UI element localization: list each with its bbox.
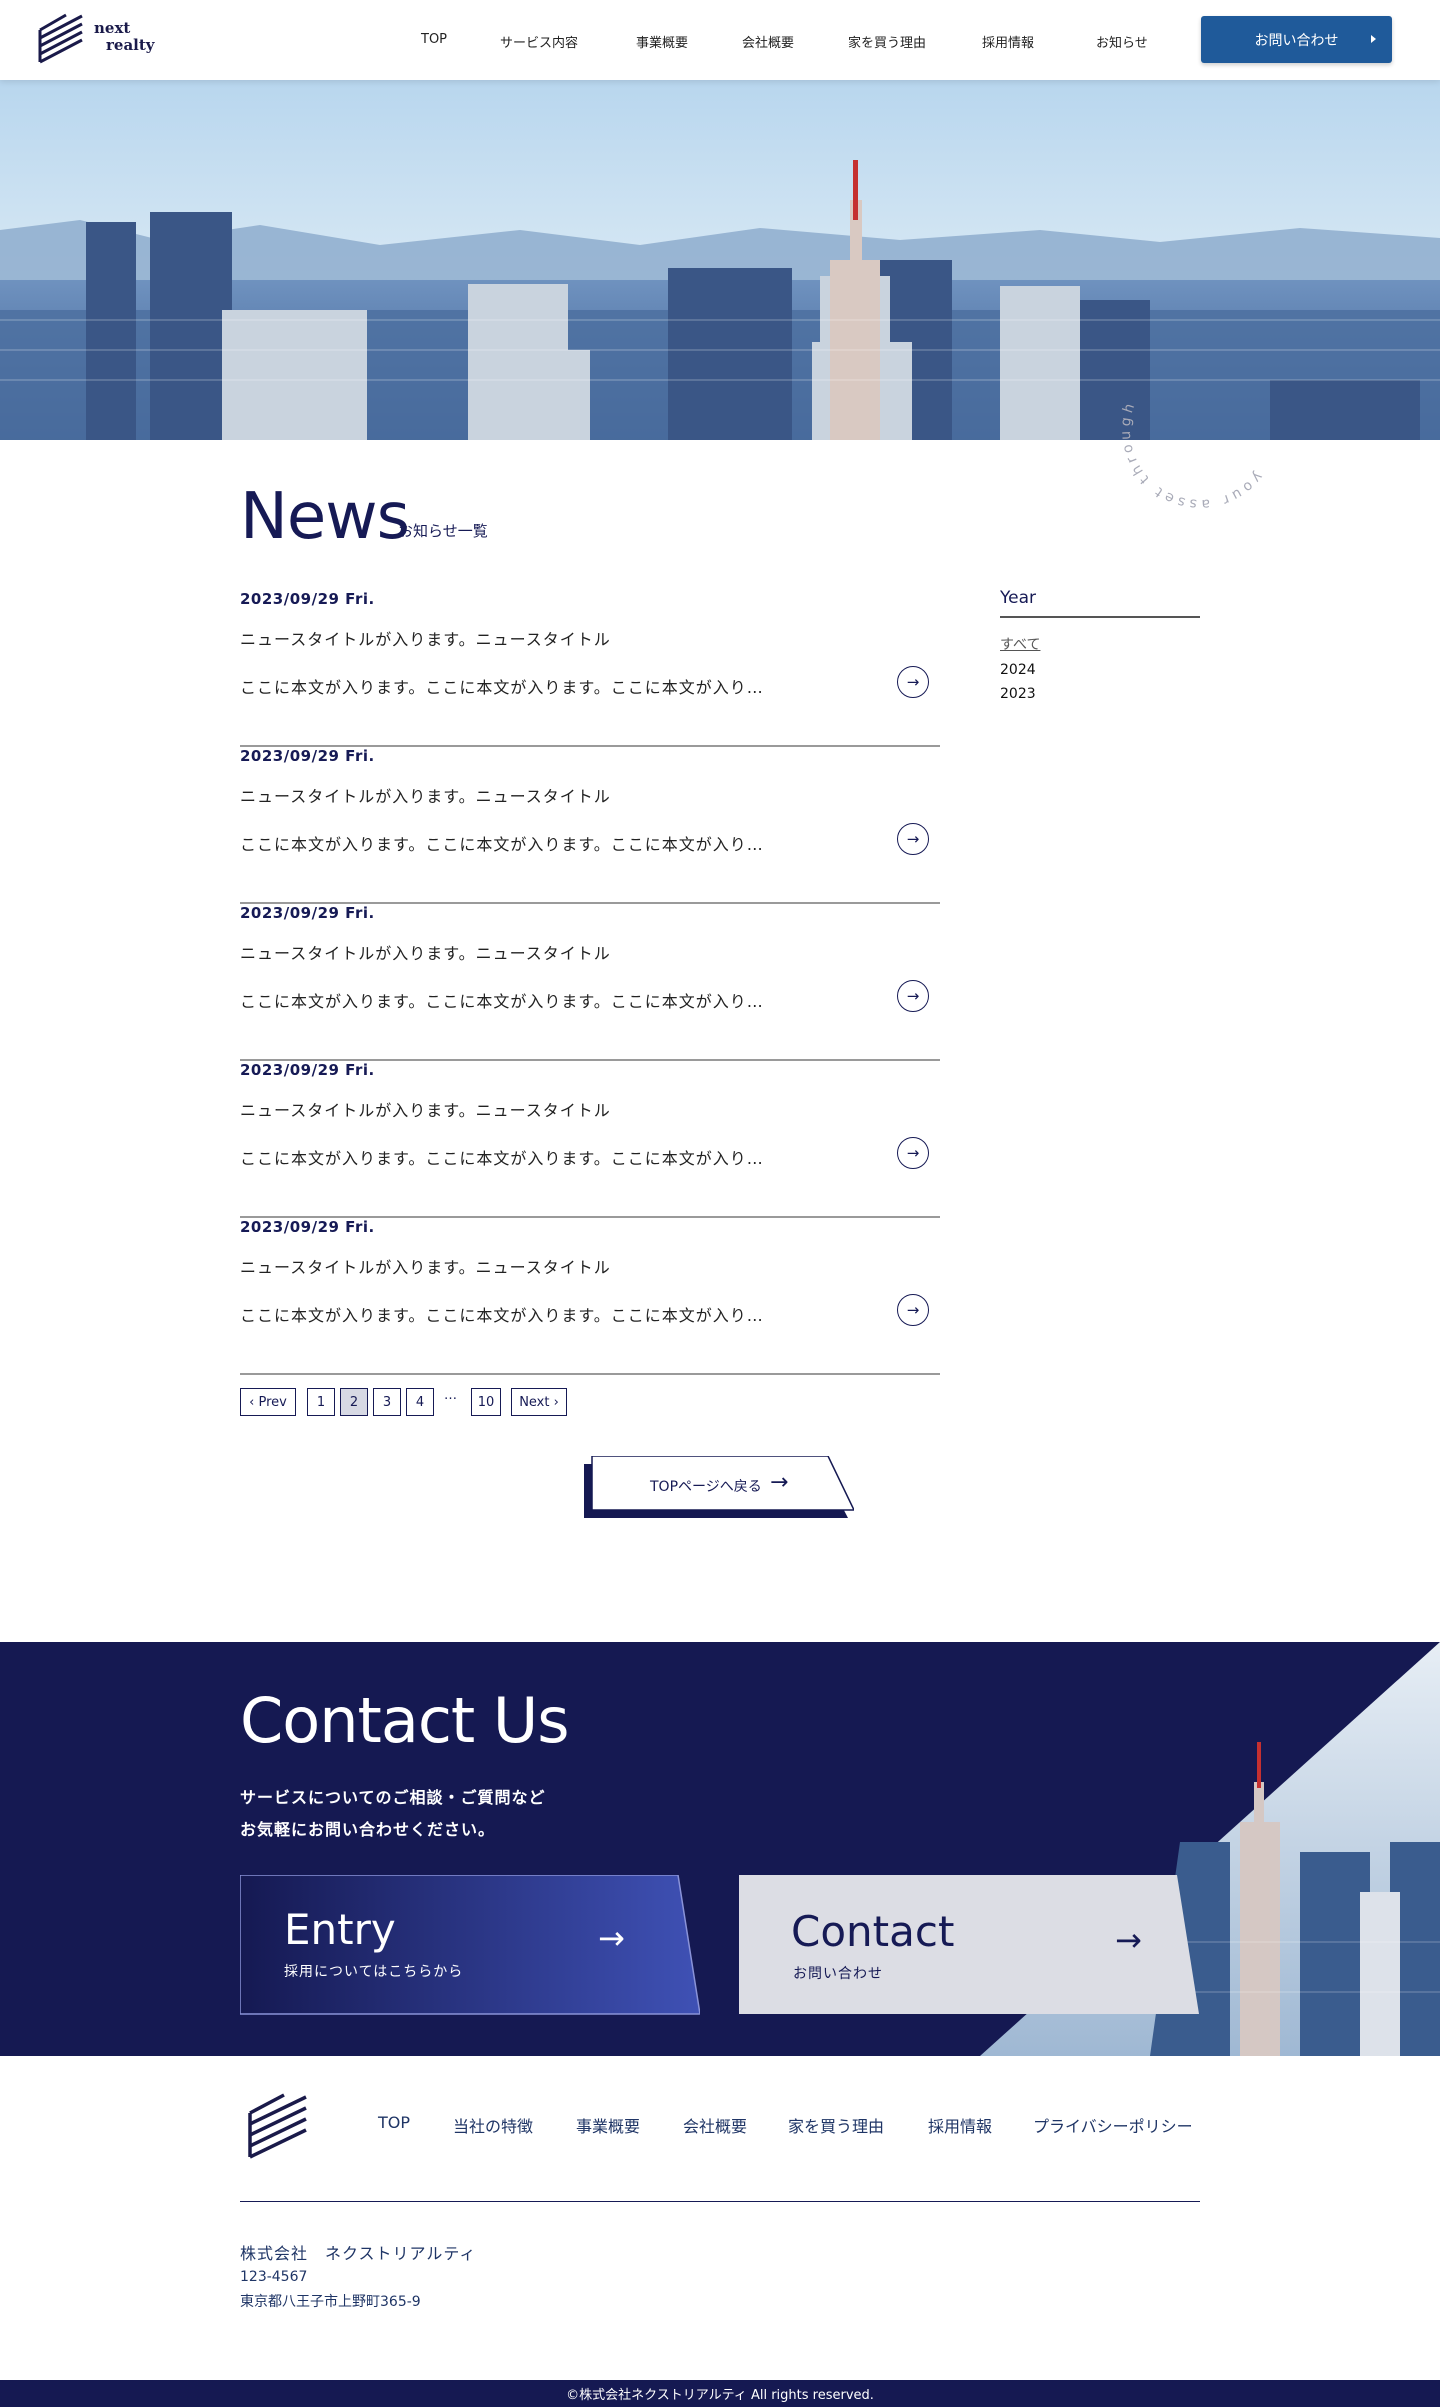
year-filter-2024[interactable]: 2024: [1000, 662, 1200, 678]
news-date: 2023/09/29 Fri.: [240, 590, 375, 608]
year-filter-title: Year: [1000, 588, 1200, 618]
news-heading: News: [240, 480, 410, 554]
header-contact-button[interactable]: お問い合わせ: [1201, 16, 1392, 63]
contact-card[interactable]: Contact お問い合わせ →: [739, 1875, 1199, 2015]
pagination-page-current[interactable]: 2: [340, 1388, 368, 1416]
contact-description-line: お気軽にお問い合わせください。: [240, 1820, 496, 1839]
news-item[interactable]: 2023/09/29 Fri. ニュースタイトルが入ります。ニュースタイトル こ…: [240, 1218, 940, 1375]
contact-section: Contact Us サービスについてのご相談・ご質問など お気軽にお問い合わせ…: [0, 1642, 1440, 2056]
contact-card-title: Contact: [791, 1907, 955, 1956]
rotating-text-decoration: your asset through: [1118, 398, 1266, 512]
news-title[interactable]: ニュースタイトルが入ります。ニュースタイトル: [240, 626, 611, 650]
news-date: 2023/09/29 Fri.: [240, 1218, 375, 1236]
news-body: ここに本文が入ります。ここに本文が入ります。ここに本文が入り…: [240, 835, 764, 854]
address: 東京都八王子市上野町365-9: [240, 2294, 421, 2310]
contact-description: サービスについてのご相談・ご質問など お気軽にお問い合わせください。: [240, 1782, 546, 1846]
news-title[interactable]: ニュースタイトルが入ります。ニュースタイトル: [240, 1097, 611, 1121]
nav-reason[interactable]: 家を買う理由: [848, 32, 926, 51]
arrow-circle-icon[interactable]: →: [897, 823, 929, 855]
news-title[interactable]: ニュースタイトルが入ります。ニュースタイトル: [240, 1254, 611, 1278]
year-filter: Year すべて 2024 2023: [1000, 588, 1200, 702]
footer-nav-privacy[interactable]: プライバシーポリシー: [1033, 2113, 1193, 2137]
footer-nav-company[interactable]: 会社概要: [683, 2113, 747, 2137]
copyright-bar: ©株式会社ネクストリアルティ All rights reserved.: [0, 2380, 1440, 2407]
pagination-page[interactable]: 1: [307, 1388, 335, 1416]
logo-mark-icon: [248, 2093, 307, 2159]
svg-text:your asset through: your asset through: [1118, 398, 1266, 512]
nav-news[interactable]: お知らせ: [1096, 32, 1148, 51]
contact-city-photo: [980, 1642, 1440, 2056]
pagination-page[interactable]: 3: [373, 1388, 401, 1416]
footer-nav-features[interactable]: 当社の特徴: [453, 2113, 533, 2137]
arrow-circle-icon[interactable]: →: [897, 666, 929, 698]
news-date: 2023/09/29 Fri.: [240, 1061, 375, 1079]
nav-business[interactable]: 事業概要: [636, 32, 688, 51]
pagination-page[interactable]: 4: [406, 1388, 434, 1416]
news-title[interactable]: ニュースタイトルが入ります。ニュースタイトル: [240, 940, 611, 964]
site-header: next realty TOP サービス内容 事業概要 会社概要 家を買う理由 …: [0, 0, 1440, 80]
footer-nav-reason[interactable]: 家を買う理由: [788, 2113, 884, 2137]
news-date: 2023/09/29 Fri.: [240, 747, 375, 765]
news-item[interactable]: 2023/09/29 Fri. ニュースタイトルが入ります。ニュースタイトル こ…: [240, 904, 940, 1061]
postal-code: 123-4567: [240, 2269, 308, 2285]
arrow-right-icon: →: [598, 1919, 625, 1957]
year-filter-all[interactable]: すべて: [1000, 634, 1200, 654]
footer-nav-top[interactable]: TOP: [378, 2113, 410, 2132]
news-list: 2023/09/29 Fri. ニュースタイトルが入ります。ニュースタイトル こ…: [240, 590, 940, 1375]
news-item[interactable]: 2023/09/29 Fri. ニュースタイトルが入ります。ニュースタイトル こ…: [240, 747, 940, 904]
footer-nav-business[interactable]: 事業概要: [576, 2113, 640, 2137]
pagination-ellipsis: …: [444, 1388, 457, 1403]
news-body: ここに本文が入ります。ここに本文が入ります。ここに本文が入り…: [240, 1306, 764, 1325]
pagination-next[interactable]: Next ›: [511, 1388, 567, 1416]
company-name: 株式会社 ネクストリアルティ: [240, 2244, 477, 2263]
triangle-right-icon: [1371, 35, 1376, 43]
arrow-right-icon: →: [770, 1470, 789, 1495]
back-to-top-label: TOPページへ戻る: [650, 1479, 762, 1495]
arrow-circle-icon[interactable]: →: [897, 1294, 929, 1326]
copyright-text: ©株式会社ネクストリアルティ All rights reserved.: [566, 2388, 874, 2403]
news-body: ここに本文が入ります。ここに本文が入ります。ここに本文が入り…: [240, 678, 764, 697]
nav-company[interactable]: 会社概要: [742, 32, 794, 51]
arrow-circle-icon[interactable]: →: [897, 1137, 929, 1169]
footer-divider: [240, 2201, 1200, 2202]
news-item[interactable]: 2023/09/29 Fri. ニュースタイトルが入ります。ニュースタイトル こ…: [240, 590, 940, 747]
entry-subtitle: 採用についてはこちらから: [284, 1964, 464, 1980]
news-title[interactable]: ニュースタイトルが入ります。ニュースタイトル: [240, 783, 611, 807]
arrow-right-icon: →: [1115, 1921, 1142, 1959]
contact-description-line: サービスについてのご相談・ご質問など: [240, 1788, 546, 1807]
nav-top[interactable]: TOP: [421, 32, 447, 47]
nav-services[interactable]: サービス内容: [500, 32, 578, 51]
news-subheading: お知らせ一覧: [398, 522, 488, 540]
footer-nav-recruit[interactable]: 採用情報: [928, 2113, 992, 2137]
circle-text: your asset through: [1118, 398, 1262, 512]
header-contact-label: お問い合わせ: [1254, 32, 1339, 49]
entry-title: Entry: [284, 1905, 396, 1954]
contact-card-subtitle: お問い合わせ: [793, 1966, 883, 1982]
news-body: ここに本文が入ります。ここに本文が入ります。ここに本文が入り…: [240, 1149, 764, 1168]
news-item[interactable]: 2023/09/29 Fri. ニュースタイトルが入ります。ニュースタイトル こ…: [240, 1061, 940, 1218]
back-to-top-button[interactable]: TOPページへ戻る →: [584, 1456, 854, 1518]
pagination-prev[interactable]: ‹ Prev: [240, 1388, 296, 1416]
entry-card[interactable]: Entry 採用についてはこちらから →: [240, 1875, 700, 2015]
pagination-page-last[interactable]: 10: [471, 1388, 501, 1416]
contact-heading: Contact Us: [240, 1684, 570, 1757]
news-date: 2023/09/29 Fri.: [240, 904, 375, 922]
arrow-circle-icon[interactable]: →: [897, 980, 929, 1012]
nav-recruit[interactable]: 採用情報: [982, 32, 1034, 51]
footer-logo[interactable]: [246, 2091, 312, 2163]
year-filter-2023[interactable]: 2023: [1000, 686, 1200, 702]
news-body: ここに本文が入ります。ここに本文が入ります。ここに本文が入り…: [240, 992, 764, 1011]
